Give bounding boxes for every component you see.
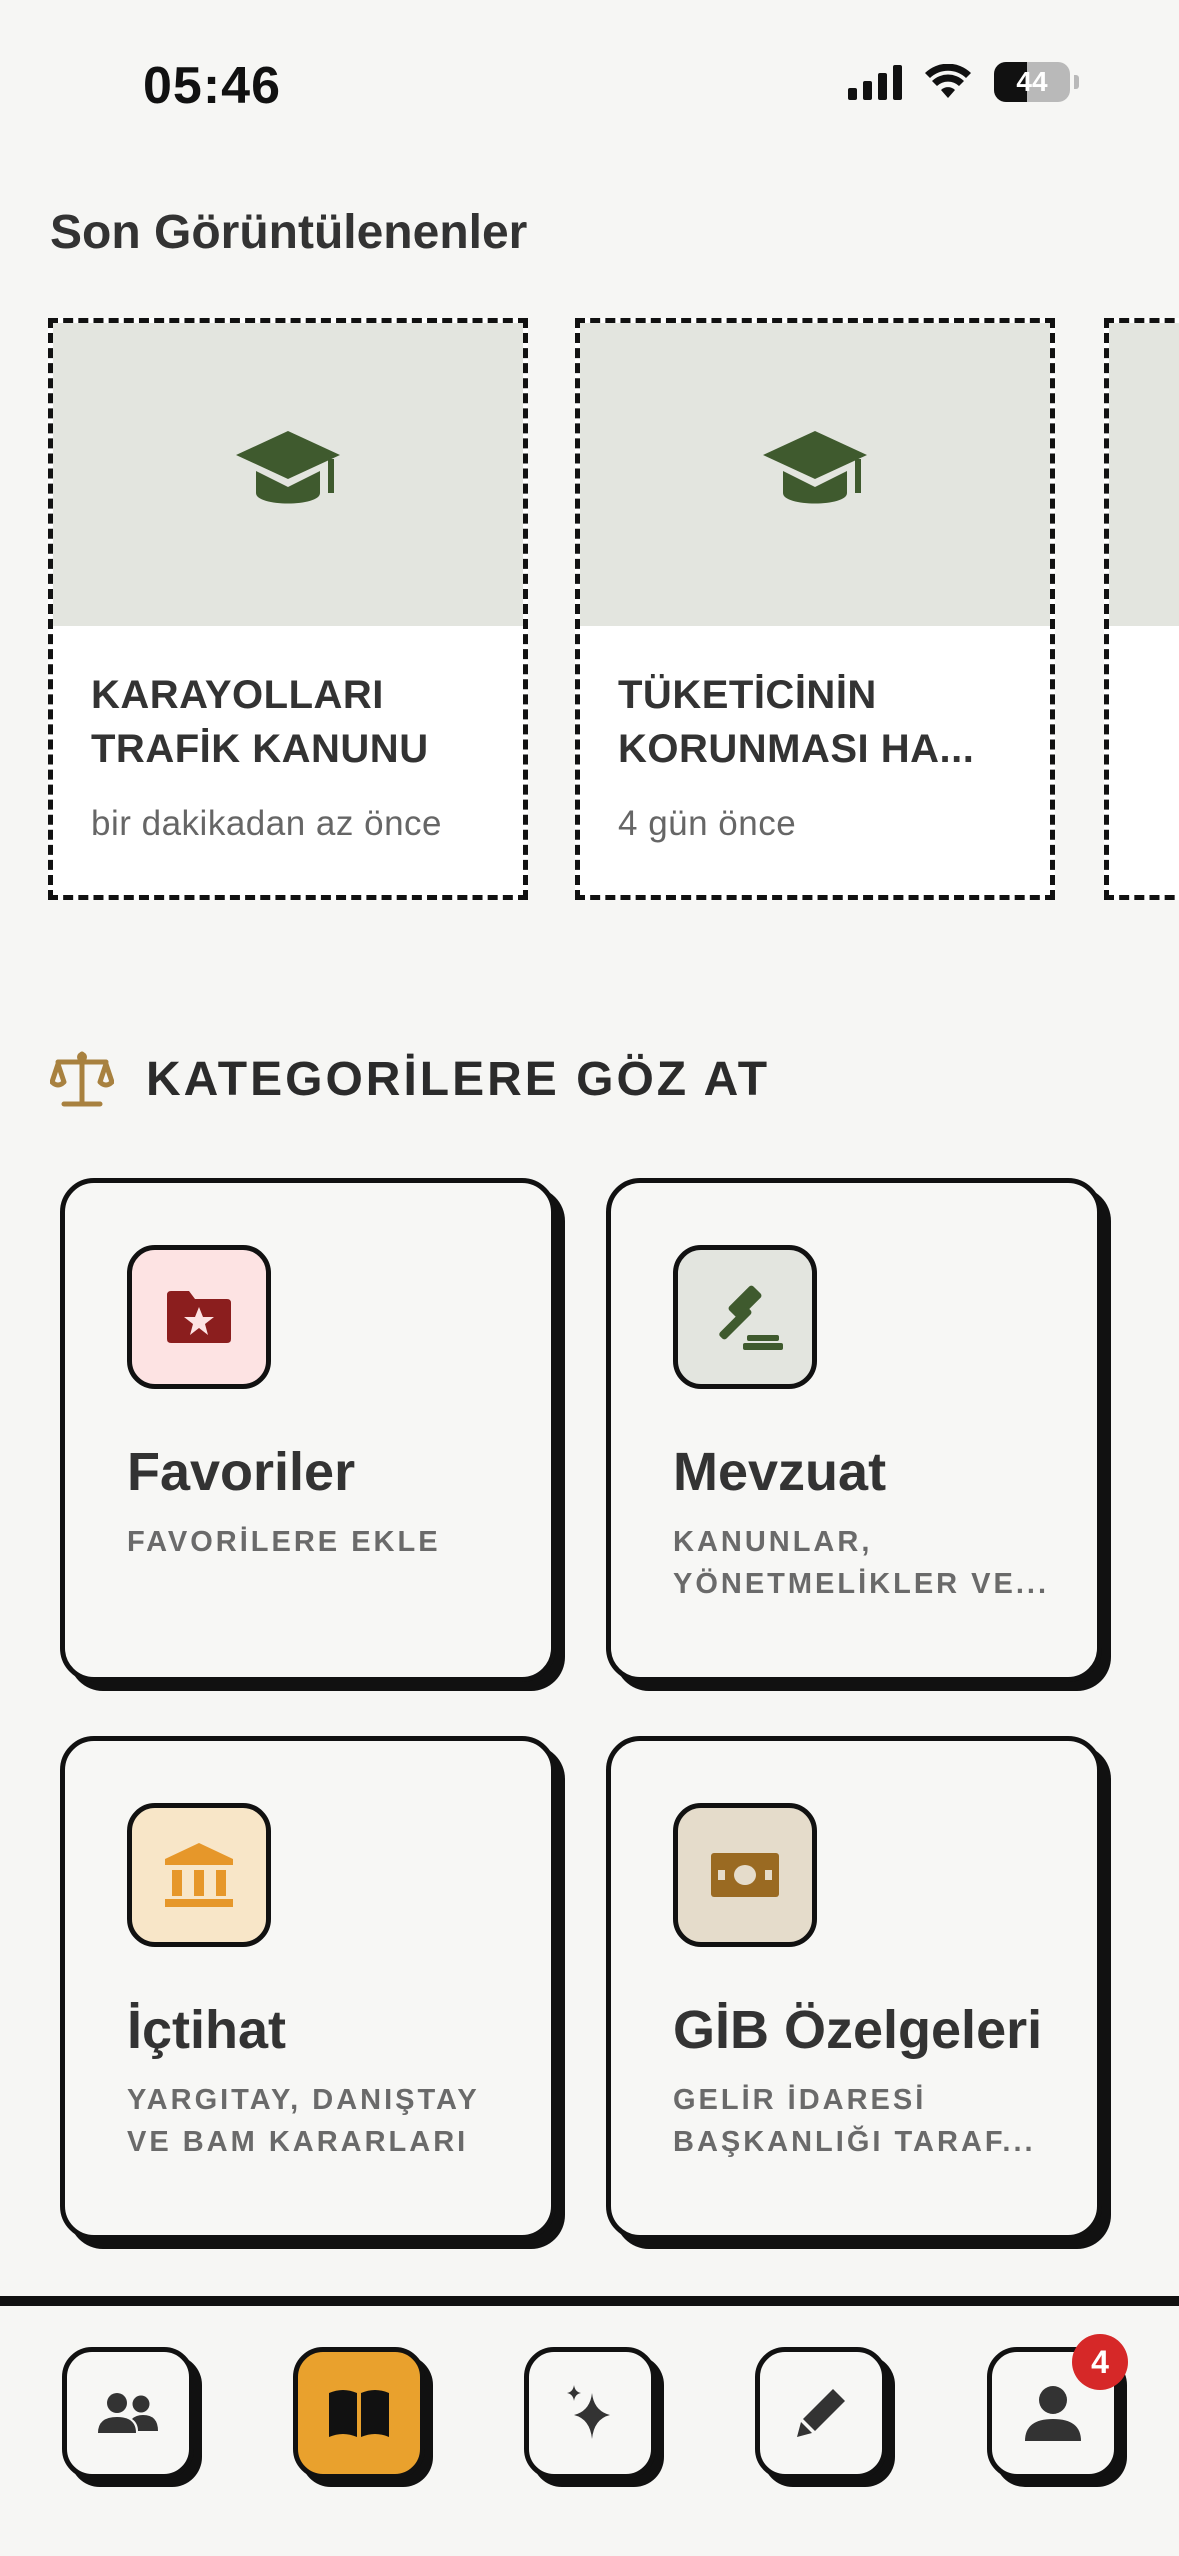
status-bar: 05:46 44 (0, 0, 1179, 160)
recent-carousel[interactable]: KARAYOLLARI TRAFİK KANUNU bir dakikadan … (48, 318, 1179, 902)
category-description: GELİR İDARESİ BAŞKANLIĞI TARAF... (673, 2084, 1036, 2158)
categories-title: KATEGORİLERE GÖZ AT (146, 1052, 771, 1106)
pen-icon (797, 2389, 845, 2437)
category-icon-box (127, 1803, 271, 1947)
status-time: 05:46 (143, 57, 281, 115)
recent-card-partial[interactable] (1104, 318, 1179, 900)
nav-write-button[interactable] (755, 2347, 887, 2479)
recent-card-time: 4 gün önce (618, 804, 797, 843)
cellular-signal-icon (848, 64, 902, 100)
category-icon-box (673, 1803, 817, 1947)
category-card-case-law[interactable]: İçtihat YARGITAY, DANIŞTAY VE BAM KARARL… (60, 1736, 556, 2240)
recent-card-title: TÜKETİCİNİN KORUNMASI HA... (618, 673, 975, 771)
folder-star-icon (167, 1291, 231, 1343)
book-icon (329, 2390, 389, 2437)
bottom-nav: 4 (0, 2296, 1179, 2556)
graduation-cap-icon (763, 430, 867, 503)
status-icons: 44 (848, 62, 1079, 102)
category-name: Favoriler (127, 1442, 356, 1502)
nav-community-button[interactable] (62, 2347, 194, 2479)
category-name: Mevzuat (673, 1442, 887, 1502)
nav-profile-button[interactable]: 4 (987, 2334, 1128, 2479)
category-card-legislation[interactable]: Mevzuat KANUNLAR, YÖNETMELİKLER VE... (606, 1178, 1102, 1682)
category-name: GİB Özelgeleri (673, 2000, 1043, 2060)
notification-badge: 4 (1072, 2334, 1128, 2390)
battery-icon: 44 (994, 62, 1070, 102)
recent-card-title: KARAYOLLARI TRAFİK KANUNU (91, 673, 429, 771)
sparkles-icon (567, 2385, 610, 2439)
category-card-gib-rulings[interactable]: GİB Özelgeleri GELİR İDARESİ BAŞKANLIĞI … (606, 1736, 1102, 2240)
categories-header: KATEGORİLERE GÖZ AT (50, 1050, 770, 1108)
category-icon-box (127, 1245, 271, 1389)
users-icon (98, 2393, 158, 2433)
category-card-favorites[interactable]: Favoriler FAVORİLERE EKLE (60, 1178, 556, 1682)
recent-card-time: bir dakikadan az önce (91, 804, 442, 843)
recent-card-thumbnail (580, 323, 1050, 626)
battery-percent: 44 (1016, 66, 1048, 97)
recent-section-title: Son Görüntülenenler (50, 206, 528, 259)
category-name: İçtihat (127, 2000, 287, 2060)
gavel-icon (719, 1285, 783, 1350)
money-icon (711, 1853, 779, 1897)
recent-card-thumbnail (53, 323, 523, 626)
scales-icon (50, 1051, 114, 1107)
graduation-cap-icon (236, 430, 340, 503)
nav-ai-button[interactable] (524, 2347, 656, 2479)
wifi-icon (925, 64, 971, 98)
category-icon-box (673, 1245, 817, 1389)
nav-library-button[interactable] (293, 2347, 425, 2479)
category-description: KANUNLAR, YÖNETMELİKLER VE... (673, 1526, 1050, 1600)
profile-icon (1025, 2386, 1081, 2441)
recent-card[interactable]: KARAYOLLARI TRAFİK KANUNU bir dakikadan … (48, 318, 528, 900)
recent-card[interactable]: TÜKETİCİNİN KORUNMASI HA... 4 gün önce (575, 318, 1055, 900)
category-description: YARGITAY, DANIŞTAY VE BAM KARARLARI (127, 2084, 480, 2158)
bank-icon (165, 1843, 233, 1907)
category-description: FAVORİLERE EKLE (127, 1526, 441, 1558)
